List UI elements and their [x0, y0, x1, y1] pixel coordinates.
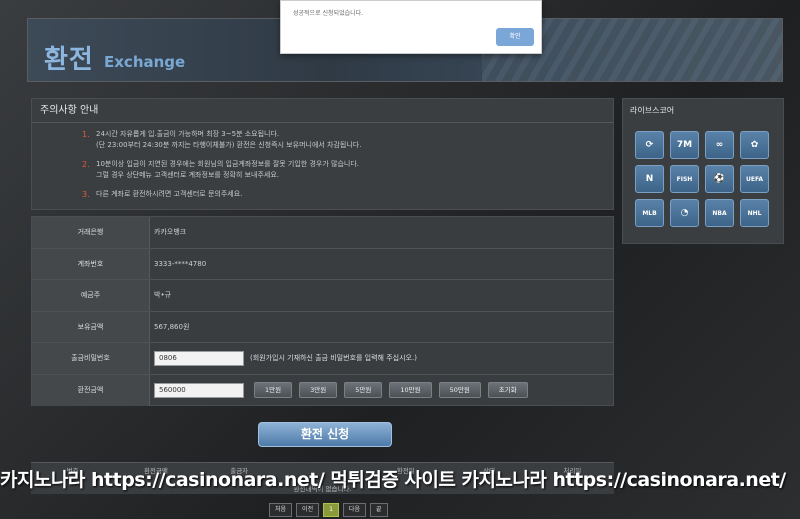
livescore-title: 라이브스코어	[630, 106, 675, 115]
watermark-text: 카지노나라 https://casinonara.net/ 먹튀검증 사이트 카…	[0, 469, 786, 491]
livescore-n-icon[interactable]: N	[635, 165, 664, 193]
alert-ok-button[interactable]: 확인	[496, 28, 534, 46]
bank-row: 거래은행 카카오뱅크	[32, 217, 613, 249]
holder-value: 박•규	[154, 291, 172, 300]
notice-item: 1. 24시간 자유롭게 입.출금이 가능하며 최장 3~5분 소요됩니다. (단…	[82, 129, 613, 151]
page-last-button[interactable]: 끝	[369, 503, 388, 517]
holder-row: 예금주 박•규	[32, 280, 613, 312]
amount-row: 환전금액 560000 1만원 3만원 5만원 10만원 50만원 초기화	[32, 374, 613, 406]
account-value: 3333-****4780	[154, 259, 207, 268]
password-label: 출금비밀번호	[32, 343, 150, 374]
password-row: 출금비밀번호 0806 (회원가입시 기재하신 출금 비밀번호를 입력해 주십시…	[32, 343, 613, 375]
alert-dialog: 성공적으로 신청되었습니다. 확인	[280, 0, 542, 54]
notice-text: 24시간 자유롭게 입.출금이 가능하며 최장 3~5분 소요됩니다. (단 2…	[96, 130, 362, 149]
livescore-uefa-icon[interactable]: UEFA	[740, 165, 769, 193]
withdraw-password-input[interactable]: 0806	[154, 350, 244, 366]
add-10k-button[interactable]: 1만원	[254, 382, 293, 399]
notice-number: 1.	[82, 130, 90, 139]
balance-row: 보유금액 567,860원	[32, 311, 613, 343]
balance-value: 567,860원	[154, 322, 190, 331]
livescore-flower-icon[interactable]: ✿	[740, 131, 769, 159]
page-next-button[interactable]: 다음	[342, 503, 366, 517]
notice-item: 3. 다른 계좌로 환전하시려면 고객센터로 문의주세요.	[82, 189, 613, 200]
notice-item: 2. 10분이상 입금이 지연된 경우에는 회원님의 입금계좌정보를 잘못 기입한…	[82, 159, 613, 181]
livescore-soccer-ball-icon[interactable]: ⚽	[705, 165, 734, 193]
livescore-grid: ⟳ 7M ∞ ✿ N FISH ⚽ UEFA MLB ◔ NBA NHL	[623, 123, 783, 227]
livescore-infinity-icon[interactable]: ∞	[705, 131, 734, 159]
notice-text: 다른 계좌로 환전하시려면 고객센터로 문의주세요.	[96, 190, 243, 198]
password-hint: (회원가입시 기재하신 출금 비밀번호를 입력해 주십시오.)	[250, 354, 417, 363]
amount-input[interactable]: 560000	[154, 382, 244, 398]
amount-label: 환전금액	[32, 374, 150, 406]
livescore-nba-icon[interactable]: NBA	[705, 199, 734, 227]
pagination: 처음 이전 1 다음 끝	[269, 503, 388, 517]
page-prev-button[interactable]: 이전	[296, 503, 320, 517]
password-value-cell: 0806 (회원가입시 기재하신 출금 비밀번호를 입력해 주십시오.)	[150, 350, 417, 366]
notice-number: 2.	[82, 160, 90, 169]
livescore-circle-icon[interactable]: ◔	[670, 199, 699, 227]
page-first-button[interactable]: 처음	[269, 503, 293, 517]
balance-label: 보유금액	[32, 311, 150, 342]
reset-button[interactable]: 초기화	[487, 382, 528, 399]
notice-list: 1. 24시간 자유롭게 입.출금이 가능하며 최장 3~5분 소요됩니다. (단…	[32, 123, 613, 200]
amount-value-cell: 560000 1만원 3만원 5만원 10만원 50만원 초기화	[150, 382, 528, 399]
exchange-submit-button[interactable]: 환전 신청	[258, 422, 392, 447]
livescore-fish-icon[interactable]: FISH	[670, 165, 699, 193]
add-50k-button[interactable]: 5만원	[344, 382, 383, 399]
livescore-panel: 라이브스코어 ⟳ 7M ∞ ✿ N FISH ⚽ UEFA MLB ◔ NBA …	[622, 98, 784, 244]
notice-title: 주의사항 안내	[32, 99, 613, 123]
bank-value: 카카오뱅크	[154, 228, 187, 237]
page-subtitle: Exchange	[104, 53, 186, 71]
add-100k-button[interactable]: 10만원	[389, 382, 432, 399]
alert-message: 성공적으로 신청되었습니다.	[293, 10, 364, 17]
account-label: 계좌번호	[32, 248, 150, 279]
page-title: 환전	[44, 45, 94, 75]
add-30k-button[interactable]: 3만원	[299, 382, 338, 399]
livescore-mlb-icon[interactable]: MLB	[635, 199, 664, 227]
notice-text: 10분이상 입금이 지연된 경우에는 회원님의 입금계좌정보를 잘못 기입한 경…	[96, 160, 359, 179]
holder-label: 예금주	[32, 280, 150, 311]
livescore-7m-icon[interactable]: 7M	[670, 131, 699, 159]
add-500k-button[interactable]: 50만원	[438, 382, 481, 399]
notice-number: 3.	[82, 190, 90, 199]
exchange-form: 거래은행 카카오뱅크 계좌번호 3333-****4780 예금주 박•규 보유…	[31, 216, 614, 406]
livescore-refresh-icon[interactable]: ⟳	[635, 131, 664, 159]
account-row: 계좌번호 3333-****4780	[32, 248, 613, 280]
page-1-button[interactable]: 1	[323, 503, 339, 517]
notice-panel: 주의사항 안내 1. 24시간 자유롭게 입.출금이 가능하며 최장 3~5분 소…	[31, 98, 614, 210]
livescore-nhl-icon[interactable]: NHL	[740, 199, 769, 227]
bank-label: 거래은행	[32, 217, 150, 248]
